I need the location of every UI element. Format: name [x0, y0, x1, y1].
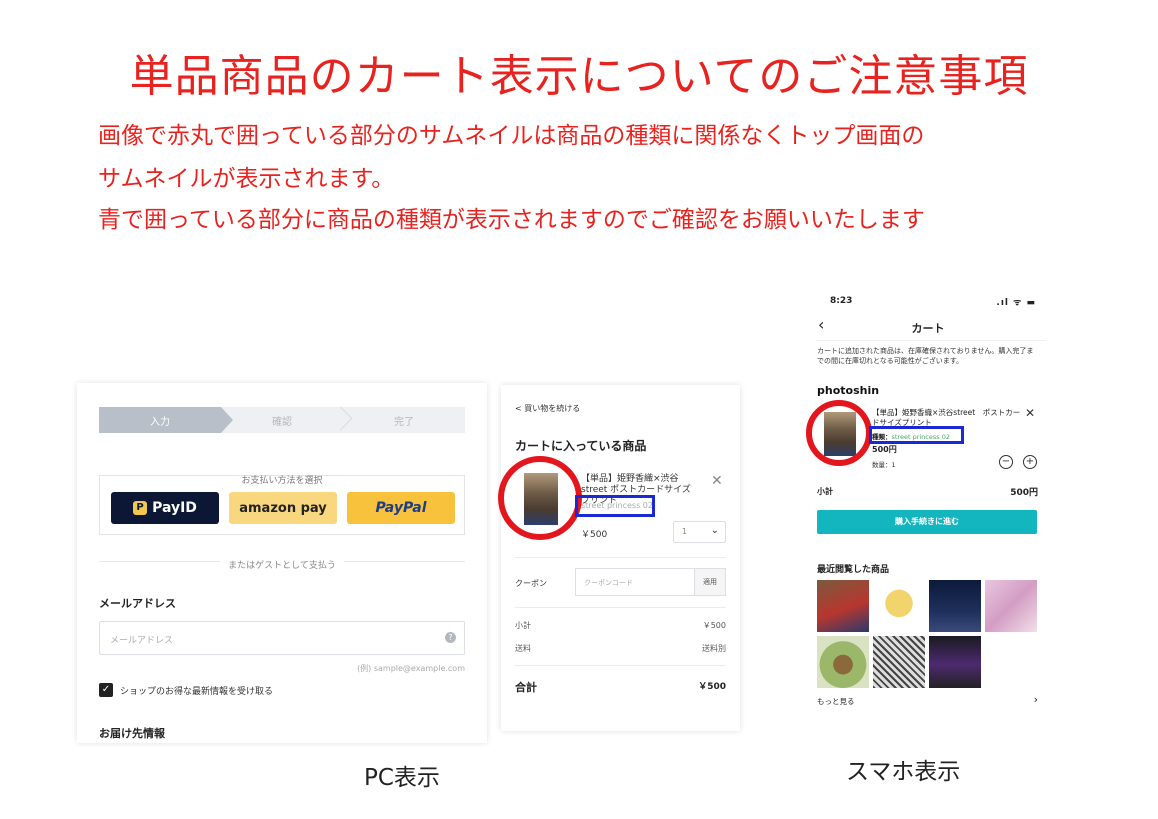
email-field[interactable]: メールアドレス ? — [99, 621, 465, 655]
shop-name: photoshin — [817, 384, 880, 397]
quantity-select[interactable]: 1 ⌄ — [673, 521, 726, 543]
recent-item-thumbnail[interactable] — [817, 580, 869, 632]
recent-item-thumbnail[interactable] — [817, 636, 869, 688]
sp-cart-title: カート — [911, 322, 945, 335]
total-label: 合計 — [515, 681, 537, 694]
pc-cart-panel: < 買い物を続ける カートに入っている商品 【単品】姫野香織×渋谷street … — [501, 385, 740, 731]
email-example: (例) sample@example.com — [357, 664, 465, 673]
email-placeholder: メールアドレス — [110, 636, 174, 646]
note-line-1: 画像で赤丸で囲っている部分のサムネイルは商品の種類に関係なくトップ画面の — [98, 123, 925, 149]
step-complete: 完了 — [343, 407, 465, 433]
sp-cart-screen: 8:23 .ıl ᯤ ▬ ‹ カート カートに追加された商品は、在庫確保されてお… — [808, 290, 1048, 715]
variant-highlight-box — [575, 495, 655, 517]
note-line-2: サムネイルが表示されます。 — [98, 166, 395, 192]
recent-item-thumbnail[interactable] — [985, 580, 1037, 632]
sp-subtotal-label: 小計 — [817, 487, 833, 496]
note-line-3: 青で囲っている部分に商品の種類が表示されますのでご確認をお願いいたします — [98, 207, 925, 233]
coupon-input[interactable]: クーポンコード — [575, 568, 694, 596]
continue-shopping-link[interactable]: < 買い物を続ける — [515, 403, 580, 414]
thumbnail-highlight-circle — [498, 456, 582, 540]
plus-icon[interactable]: + — [1023, 455, 1037, 469]
status-icons: .ıl ᯤ ▬ — [996, 298, 1036, 308]
payid-logo-icon: P — [133, 501, 148, 515]
paypal-button[interactable]: PayPal — [347, 492, 455, 524]
remove-item-icon[interactable]: ✕ — [711, 473, 723, 489]
divider — [515, 607, 726, 608]
divider — [515, 665, 726, 666]
subtotal-label: 小計 — [515, 621, 531, 630]
recent-item-thumbnail[interactable] — [873, 580, 925, 632]
pc-caption: PC表示 — [364, 765, 440, 791]
checkout-button[interactable]: 購入手続きに進む — [817, 510, 1037, 534]
divider — [816, 340, 1046, 341]
total-value: ￥500 — [698, 682, 726, 692]
sp-quantity: 数量：1 — [872, 461, 896, 469]
chevron-right-icon[interactable]: › — [1034, 693, 1038, 706]
divider — [515, 557, 726, 558]
recent-item-thumbnail[interactable] — [929, 636, 981, 688]
recent-item-thumbnail[interactable] — [873, 636, 925, 688]
email-label: メールアドレス — [99, 597, 176, 610]
payid-button[interactable]: P PayID — [111, 492, 219, 524]
amazon-pay-button[interactable]: amazon pay — [229, 492, 337, 524]
page-heading: 単品商品のカート表示についてのご注意事項 — [129, 51, 1029, 102]
shipping-fee-value: 送料別 — [702, 644, 726, 653]
product-price: ￥500 — [581, 530, 608, 540]
recently-viewed-title: 最近閲覧した商品 — [817, 565, 890, 575]
shipping-info-label: お届け先情報 — [99, 727, 165, 740]
quantity-value: 1 — [682, 527, 688, 536]
newsletter-checkbox-row[interactable]: ✓ ショップのお得な最新情報を受け取る — [99, 683, 273, 697]
step-confirm: 確認 — [221, 407, 343, 433]
minus-icon[interactable]: − — [999, 455, 1013, 469]
coupon-apply-button[interactable]: 適用 — [694, 568, 726, 596]
sp-thumbnail-highlight-circle — [806, 400, 872, 466]
step-input: 入力 — [99, 407, 233, 433]
see-more-link[interactable]: もっと見る — [817, 696, 855, 707]
guest-divider: またはゲストとして支払う — [99, 553, 465, 571]
status-time: 8:23 — [830, 296, 853, 306]
stock-notice: カートに追加された商品は、在庫確保されておりません。購入完了までの間に在庫切れと… — [817, 347, 1034, 365]
checkbox-checked-icon[interactable]: ✓ — [99, 683, 113, 697]
subtotal-value: ￥500 — [702, 621, 726, 630]
newsletter-label: ショップのお得な最新情報を受け取る — [120, 686, 274, 697]
guest-divider-label: またはゲストとして支払う — [220, 561, 344, 571]
coupon-label: クーポン — [515, 579, 547, 588]
sp-subtotal-value: 500円 — [1010, 488, 1038, 498]
cart-title: カートに入っている商品 — [515, 439, 647, 453]
payid-label: PayID — [152, 500, 197, 516]
help-icon[interactable]: ? — [445, 632, 456, 643]
payment-method-title: お支払い方法を選択 — [233, 476, 331, 486]
amazon-pay-label: amazon pay — [239, 500, 327, 516]
recent-item-thumbnail[interactable] — [929, 580, 981, 632]
sp-product-name[interactable]: 【単品】姫野香織×渋谷street ポストカードサイズプリント — [872, 408, 1022, 428]
paypal-label: PayPal — [375, 500, 427, 516]
sp-caption: スマホ表示 — [846, 759, 961, 785]
sp-variant-highlight-box — [869, 426, 964, 444]
shipping-fee-label: 送料 — [515, 644, 531, 653]
payment-method-box: お支払い方法を選択 P PayID amazon pay PayPal — [99, 475, 465, 535]
pc-checkout-panel: 入力 確認 完了 お支払い方法を選択 P PayID amazon pay Pay… — [77, 383, 487, 743]
sp-product-price: 500円 — [872, 445, 897, 454]
checkout-steps: 入力 確認 完了 — [99, 407, 465, 433]
sp-remove-item-icon[interactable]: ✕ — [1025, 406, 1035, 420]
chevron-down-icon: ⌄ — [710, 525, 719, 536]
